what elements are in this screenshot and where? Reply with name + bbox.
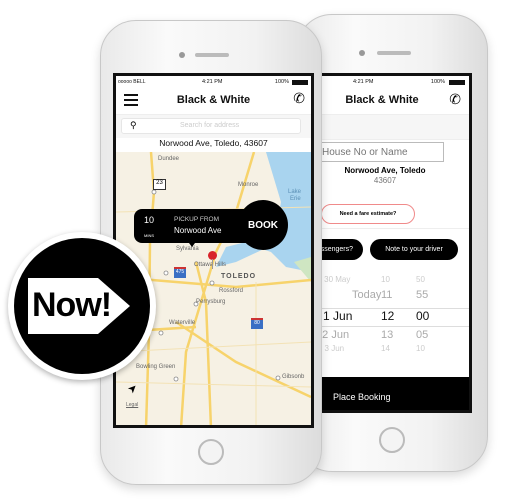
pickup-mins-value: 10 xyxy=(144,215,155,225)
picker-minute: 55 xyxy=(416,289,429,301)
speaker xyxy=(195,53,229,57)
now-badge: Now! xyxy=(8,232,156,380)
picker-minute: 05 xyxy=(416,329,429,341)
address-line2: 43607 xyxy=(373,176,397,185)
battery-icon xyxy=(292,80,308,85)
legal-link[interactable]: Legal xyxy=(126,402,138,408)
battery-icon xyxy=(449,80,465,85)
search-icon: ⚲ xyxy=(130,120,137,130)
address-line1: Norwood Ave, Toledo xyxy=(344,166,426,175)
camera xyxy=(179,52,185,58)
house-number-input[interactable] xyxy=(318,142,444,162)
map-label-lake: Lake xyxy=(288,189,302,195)
interstate-80-shield: 80 xyxy=(251,318,263,329)
pickup-from-label: PICKUP FROM xyxy=(174,216,220,223)
back-screen: 4:21 PM 100% Black & White ✆ Norwood Ave… xyxy=(315,73,472,413)
status-time: 4:21 PM xyxy=(202,79,223,85)
home-button[interactable] xyxy=(198,439,224,465)
place-booking-button[interactable]: Place Booking xyxy=(315,377,469,410)
pickup-place: Norwood Ave xyxy=(174,226,222,235)
map-label-perrysburg: Perrysburg xyxy=(196,299,226,305)
phone-icon[interactable]: ✆ xyxy=(449,91,461,108)
status-time: 4:21 PM xyxy=(353,79,374,85)
picker-hour: 14 xyxy=(381,344,390,353)
status-battery: 100% xyxy=(430,79,445,85)
search-bar-area xyxy=(315,114,469,140)
fare-estimate-button[interactable]: Need a fare estimate? xyxy=(321,204,415,224)
search-input[interactable]: ⚲ Search for address xyxy=(121,118,301,134)
map-label-dundee: Dundee xyxy=(158,156,180,162)
picker-hour: 11 xyxy=(381,289,393,301)
app-title: Black & White xyxy=(176,94,251,106)
picker-minute: 50 xyxy=(416,275,425,284)
map-label-monroe: Monroe xyxy=(238,182,259,188)
book-button[interactable]: BOOK xyxy=(238,200,288,250)
picker-day: Today xyxy=(352,289,382,301)
picker-hour: 10 xyxy=(381,275,390,284)
map-label-gibsonburg: Gibsonb xyxy=(282,374,305,380)
map-label-rossford: Rossford xyxy=(219,288,244,294)
status-carrier: ooooo BELL xyxy=(118,79,146,85)
map-label-ottawa-hills: Ottawa Hills xyxy=(194,262,227,268)
phone-icon[interactable]: ✆ xyxy=(293,90,305,107)
picker-hour-selected: 12 xyxy=(381,309,395,323)
speaker xyxy=(377,51,411,55)
map-label-toledo: TOLEDO xyxy=(221,273,257,280)
now-badge-text: Now! xyxy=(32,286,112,324)
app-title: Black & White xyxy=(345,94,419,106)
status-battery: 100% xyxy=(274,79,289,85)
map-label-waterville: Waterville xyxy=(169,320,196,326)
interstate-475-shield: 475 xyxy=(174,267,186,278)
back-phone: 4:21 PM 100% Black & White ✆ Norwood Ave… xyxy=(296,14,488,472)
note-to-driver-button[interactable]: Note to your driver xyxy=(370,239,458,260)
picker-minute-selected: 00 xyxy=(416,309,430,323)
picker-hour: 13 xyxy=(381,329,394,341)
camera xyxy=(359,50,365,56)
address-label: Norwood Ave, Toledo, 43607 xyxy=(159,138,268,148)
home-button[interactable] xyxy=(379,427,405,453)
pickup-callout[interactable]: 10 MINS PICKUP FROM Norwood Ave xyxy=(134,209,254,247)
picker-minute: 10 xyxy=(416,344,425,353)
route-23-shield: 23 xyxy=(153,179,166,190)
map-label-erie: Erie xyxy=(290,196,301,202)
passengers-button[interactable]: passengers? xyxy=(315,239,363,260)
